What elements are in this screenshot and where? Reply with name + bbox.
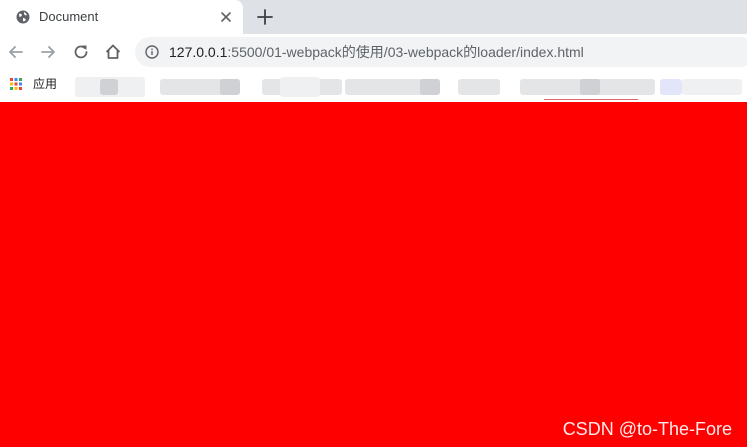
bookmark-item[interactable]	[280, 77, 320, 97]
url-host: 127.0.0.1	[169, 44, 228, 60]
url-path: :5500/01-webpack的使用/03-webpack的loader/in…	[227, 44, 584, 60]
tab-document[interactable]: Document	[0, 0, 243, 34]
page-content: CSDN @to-The-Fore	[0, 102, 747, 447]
reload-icon[interactable]	[71, 42, 91, 62]
bookmark-item[interactable]	[682, 79, 742, 95]
bookmark-item[interactable]	[220, 79, 240, 95]
arrow-left-icon[interactable]	[6, 42, 26, 62]
bookmark-item[interactable]	[420, 79, 440, 95]
globe-icon	[16, 10, 30, 24]
bookmark-item[interactable]	[100, 79, 118, 95]
tab-strip: Document	[0, 0, 747, 34]
apps-bookmark-label[interactable]: 应用	[33, 77, 57, 91]
info-icon[interactable]	[145, 45, 159, 59]
arrow-right-icon[interactable]	[38, 42, 58, 62]
bookmark-underline	[544, 99, 638, 100]
address-bar[interactable]: 127.0.0.1:5500/01-webpack的使用/03-webpack的…	[135, 37, 747, 67]
browser-window: Document 127.0.0.1:5500/01-webpack的使用/03…	[0, 0, 747, 447]
apps-grid-icon[interactable]	[10, 78, 22, 90]
bookmarks-bar: 应用	[0, 70, 747, 102]
tab-title: Document	[39, 9, 99, 24]
bookmark-item[interactable]	[458, 79, 500, 95]
bookmark-item[interactable]	[660, 79, 682, 95]
watermark-text: CSDN @to-The-Fore	[562, 419, 732, 439]
home-icon[interactable]	[103, 42, 123, 62]
toolbar: 127.0.0.1:5500/01-webpack的使用/03-webpack的…	[0, 34, 747, 70]
bookmark-item[interactable]	[580, 79, 600, 95]
address-url[interactable]: 127.0.0.1:5500/01-webpack的使用/03-webpack的…	[169, 44, 584, 60]
close-icon[interactable]	[218, 9, 234, 25]
plus-icon[interactable]	[256, 8, 274, 26]
